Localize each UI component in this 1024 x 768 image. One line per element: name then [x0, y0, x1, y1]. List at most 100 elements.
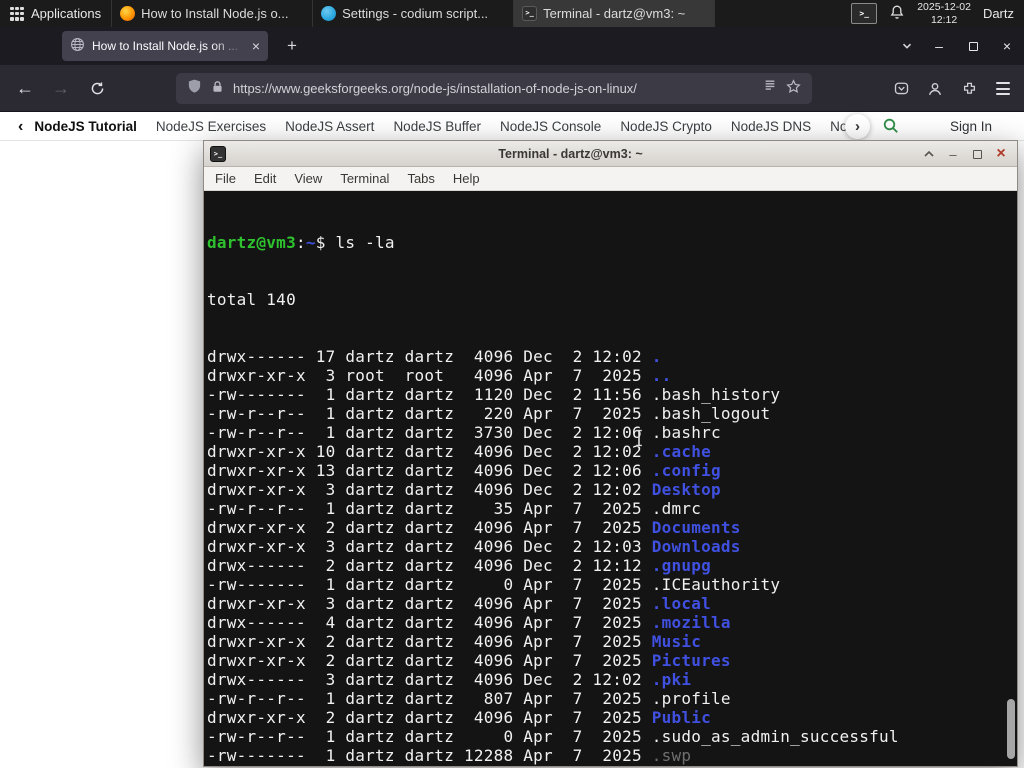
terminal-scrollbar[interactable]: [1006, 195, 1016, 764]
account-icon[interactable]: [918, 73, 952, 104]
terminal-line: drwxr-xr-x 3 dartz dartz 4096 Dec 2 12:0…: [207, 480, 721, 499]
browser-toolbar: ← → https://www.geeksforgeeks.org/node-j…: [0, 65, 1024, 112]
applications-menu-button[interactable]: Applications: [0, 0, 113, 27]
gfg-nav-item[interactable]: NodeJS Crypto: [620, 119, 712, 134]
window-close-button[interactable]: ×: [990, 27, 1024, 65]
reader-mode-icon[interactable]: [763, 79, 777, 98]
prompt-user-host: dartz@vm3: [207, 233, 296, 252]
codium-icon: [321, 6, 337, 21]
sign-in-button[interactable]: Sign In: [940, 117, 1002, 136]
browser-tab[interactable]: How to Install Node.js on ... ×: [62, 31, 268, 61]
file-name: .config: [651, 461, 721, 480]
gfg-nav-item[interactable]: NodeJS DNS: [731, 119, 811, 134]
toolbar-right-icons: [884, 73, 1020, 104]
gfg-nav-items: ‹ NodeJS Tutorial NodeJS Exercises NodeJS …: [0, 112, 848, 141]
back-button[interactable]: ←: [10, 73, 40, 104]
gfg-navbar: ‹ NodeJS Tutorial NodeJS Exercises NodeJS …: [0, 112, 1024, 141]
notification-bell-icon[interactable]: [889, 4, 905, 23]
taskbar-window-title: How to Install Node.js o...: [141, 6, 289, 21]
tray-terminal-icon[interactable]: >_: [851, 3, 878, 24]
prompt-path: ~: [305, 233, 316, 252]
url-bar[interactable]: https://www.geeksforgeeks.org/node-js/in…: [176, 73, 812, 104]
nav-scroll-right-button[interactable]: ›: [845, 114, 870, 139]
search-icon[interactable]: [882, 117, 900, 140]
terminal-line: -rw------- 1 dartz dartz 0 Apr 7 2025 .I…: [207, 575, 781, 594]
file-name: Public: [651, 708, 712, 727]
terminal-prompt-line: dartz@vm3:~$ ls -la: [207, 233, 395, 252]
window-restore-button[interactable]: [956, 27, 990, 65]
terminal-output[interactable]: dartz@vm3:~$ ls -la total 140 drwx------…: [204, 193, 1017, 766]
terminal-menu-file[interactable]: File: [206, 171, 245, 186]
terminal-line: -rw-r--r-- 1 dartz dartz 807 Apr 7 2025 …: [207, 689, 731, 708]
terminal-icon: >_: [522, 6, 538, 21]
tab-favicon-globe-icon: [70, 37, 85, 55]
taskbar-tray: >_ 2025-12-02 12:12 Dartz: [851, 0, 1024, 27]
terminal-line: drwxr-xr-x 2 dartz dartz 4096 Apr 7 2025…: [207, 708, 712, 727]
terminal-line: -rw-r--r-- 1 dartz dartz 220 Apr 7 2025 …: [207, 404, 771, 423]
gfg-nav-item[interactable]: NodeJS Exercises: [156, 119, 266, 134]
taskbar-window-title: Terminal - dartz@vm3: ~: [543, 6, 686, 21]
file-name: .mozilla: [651, 613, 731, 632]
gfg-nav-item[interactable]: NodeJS Tutorial: [34, 119, 137, 134]
terminal-titlebar[interactable]: >_ Terminal - dartz@vm3: ~ – ×: [204, 141, 1017, 167]
applications-label: Applications: [31, 6, 102, 21]
terminal-line: drwxr-xr-x 2 dartz dartz 4096 Apr 7 2025…: [207, 765, 1017, 766]
menu-hamburger-icon[interactable]: [986, 73, 1020, 104]
prompt-command: ls -la: [335, 233, 395, 252]
list-all-tabs-icon[interactable]: [892, 40, 922, 52]
taskbar: Applications How to Install Node.js o...…: [0, 0, 1024, 27]
file-name: .ICEauthority: [651, 575, 781, 594]
extensions-puzzle-icon[interactable]: [952, 73, 986, 104]
taskbar-window-button[interactable]: Settings - codium script...: [313, 0, 515, 27]
file-name: .bash_history: [651, 385, 781, 404]
terminal-rollup-button[interactable]: [917, 143, 941, 165]
file-name: .cache: [651, 442, 712, 461]
terminal-menu-edit[interactable]: Edit: [245, 171, 285, 186]
bookmark-star-icon[interactable]: [786, 78, 801, 99]
terminal-scrollbar-thumb[interactable]: [1007, 699, 1015, 759]
url-text[interactable]: https://www.geeksforgeeks.org/node-js/in…: [233, 81, 754, 96]
tab-close-icon[interactable]: ×: [252, 38, 260, 54]
terminal-maximize-button[interactable]: [965, 143, 989, 165]
terminal-line: drwxr-xr-x 2 dartz dartz 4096 Apr 7 2025…: [207, 651, 731, 670]
taskbar-clock[interactable]: 2025-12-02 12:12: [917, 1, 971, 26]
gfg-nav-item[interactable]: NodeJS Console: [500, 119, 601, 134]
file-name: .swp: [651, 746, 692, 765]
terminal-close-button[interactable]: ×: [989, 143, 1013, 165]
terminal-line: drwxr-xr-x 10 dartz dartz 4096 Dec 2 12:…: [207, 442, 712, 461]
clock-time: 12:12: [930, 13, 958, 26]
forward-button[interactable]: →: [46, 73, 76, 104]
terminal-minimize-button[interactable]: –: [941, 143, 965, 165]
terminal-menu-help[interactable]: Help: [444, 171, 489, 186]
terminal-menu-tabs[interactable]: Tabs: [398, 171, 443, 186]
terminal-line: drwxr-xr-x 13 dartz dartz 4096 Dec 2 12:…: [207, 461, 721, 480]
pocket-icon[interactable]: [884, 73, 918, 104]
terminal-menu-view[interactable]: View: [285, 171, 331, 186]
terminal-line: -rw-r--r-- 1 dartz dartz 35 Apr 7 2025 .…: [207, 499, 702, 518]
terminal-menu-terminal[interactable]: Terminal: [331, 171, 398, 186]
file-name: Pictures: [651, 651, 731, 670]
file-name: ..: [651, 366, 672, 385]
gfg-nav-item[interactable]: NodeJS Buffer: [393, 119, 481, 134]
restore-icon: [968, 41, 978, 51]
firefox-icon: [120, 6, 136, 21]
reload-button[interactable]: [82, 73, 112, 104]
window-controls: – ×: [892, 27, 1024, 65]
file-name: .: [651, 347, 662, 366]
terminal-window-controls: – ×: [917, 141, 1013, 167]
nav-scroll-left-icon[interactable]: ‹: [18, 118, 23, 136]
taskbar-windows: How to Install Node.js o... Settings - co…: [112, 0, 716, 27]
gfg-nav-item[interactable]: NodeJS Assert: [285, 119, 374, 134]
taskbar-window-button[interactable]: >_ Terminal - dartz@vm3: ~: [514, 0, 716, 27]
lock-icon[interactable]: [211, 79, 224, 99]
taskbar-window-button[interactable]: How to Install Node.js o...: [112, 0, 314, 27]
window-minimize-button[interactable]: –: [922, 27, 956, 65]
applications-icon: [10, 6, 24, 21]
file-name: .sudo_as_admin_successful: [651, 727, 899, 746]
terminal-window: >_ Terminal - dartz@vm3: ~ – × File Edit V…: [203, 140, 1018, 767]
tracking-shield-icon[interactable]: [187, 78, 202, 99]
terminal-line: drwx------ 17 dartz dartz 4096 Dec 2 12:…: [207, 347, 662, 366]
terminal-menubar: File Edit View Terminal Tabs Help: [204, 167, 1017, 191]
terminal-line: drwxr-xr-x 3 root root 4096 Apr 7 2025 .…: [207, 366, 672, 385]
new-tab-button[interactable]: +: [280, 34, 304, 58]
